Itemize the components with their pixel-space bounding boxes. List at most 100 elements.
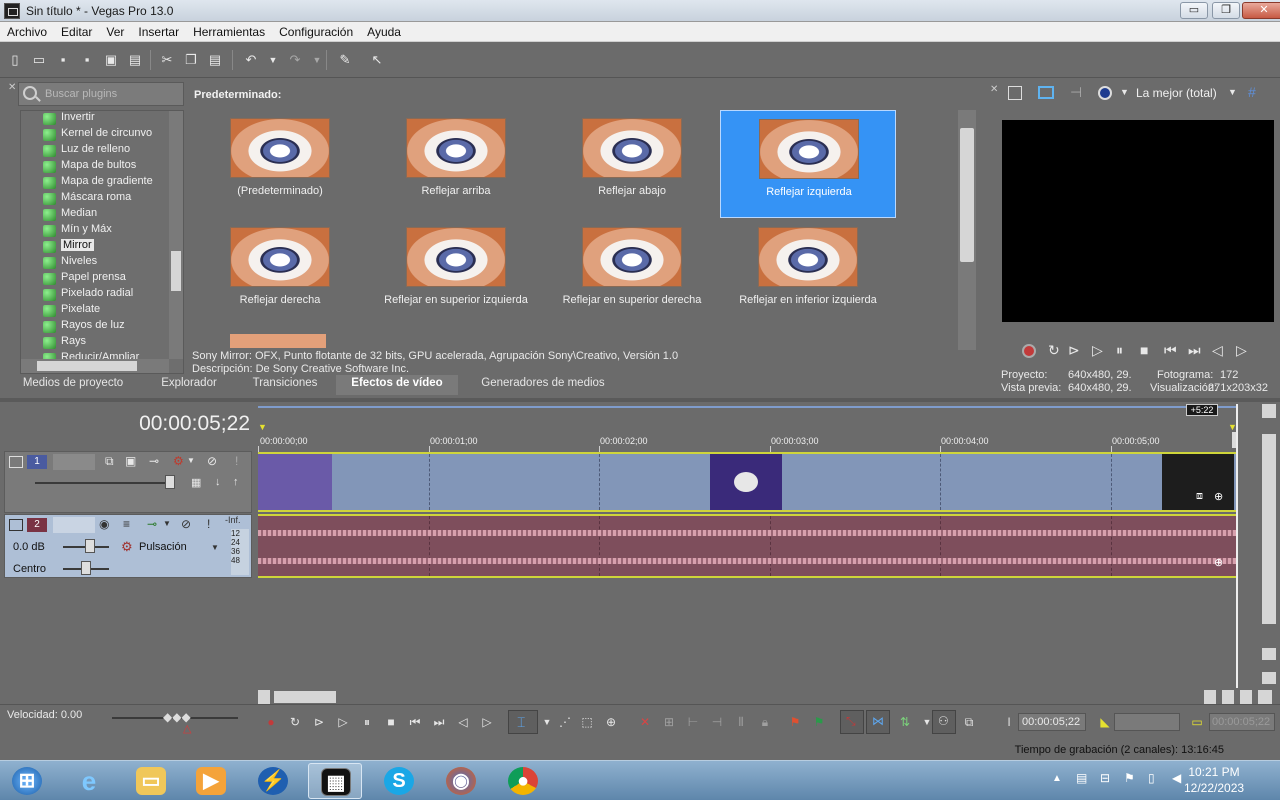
selection-start-field[interactable]: [1114, 713, 1180, 731]
tree-item[interactable]: Luz de relleno: [43, 143, 130, 159]
scroll-left-button[interactable]: [258, 690, 270, 704]
zoom-in-horizontal-button[interactable]: [1222, 690, 1234, 704]
pause-icon[interactable]: ⏸: [358, 713, 376, 731]
arm-record-icon[interactable]: ◉: [99, 517, 109, 531]
tray-app-icon[interactable]: ⊟: [1100, 771, 1110, 785]
save-as-icon[interactable]: ▪: [78, 51, 96, 69]
play-from-start-icon[interactable]: ⊳: [310, 713, 328, 731]
loop-region-bar[interactable]: [258, 406, 1236, 408]
tree-item-mirror[interactable]: Mirror: [43, 239, 94, 255]
menu-configuracion[interactable]: Configuración: [272, 22, 360, 39]
paste-icon[interactable]: ▤: [206, 51, 224, 69]
cut-icon[interactable]: ✂: [158, 51, 176, 69]
lock-icon[interactable]: 🔒︎: [756, 713, 774, 731]
compositing-mode-icon[interactable]: ▣: [125, 454, 136, 468]
tray-flag-icon[interactable]: ⚑: [1124, 771, 1135, 785]
volume-slider-knob[interactable]: [85, 539, 95, 553]
help-pointer-icon[interactable]: ↖: [368, 51, 386, 69]
menu-archivo[interactable]: Archivo: [0, 22, 54, 39]
minimize-button[interactable]: ▭: [1180, 2, 1208, 19]
envelope-tool-icon[interactable]: ⋰: [556, 713, 574, 731]
event-pan-crop-icon[interactable]: ⧈: [1196, 490, 1203, 503]
fx-bypass-icon[interactable]: ▦: [191, 476, 201, 489]
next-frame-icon[interactable]: ▷: [478, 713, 496, 731]
video-track-lane[interactable]: ⧈ ⊕: [258, 452, 1236, 512]
preset-item[interactable]: Reflejar derecha: [192, 219, 368, 327]
tray-power-icon[interactable]: ▯: [1148, 771, 1155, 785]
preset-item[interactable]: Reflejar arriba: [368, 110, 544, 218]
taskbar-explorer[interactable]: ▭: [124, 763, 178, 799]
start-button[interactable]: ⊞: [0, 763, 54, 799]
tab-medios-de-proyecto[interactable]: Medios de proyecto: [8, 375, 138, 395]
fx-dropdown-icon[interactable]: ▼: [211, 543, 219, 552]
solo-icon[interactable]: !: [207, 517, 210, 531]
tab-generadores-de-medios[interactable]: Generadores de medios: [462, 375, 624, 395]
go-to-start-icon[interactable]: ⏮: [406, 713, 424, 731]
maximize-button[interactable]: ❐: [1212, 2, 1240, 19]
tree-item[interactable]: Mín y Máx: [43, 223, 112, 239]
new-file-icon[interactable]: ▯: [6, 51, 24, 69]
trim-start-icon[interactable]: ⊢: [684, 713, 702, 731]
level-slider-knob[interactable]: [165, 475, 175, 489]
taskbar-skype[interactable]: S: [372, 763, 426, 799]
loop-start-marker-icon[interactable]: ▼: [258, 422, 267, 432]
previous-frame-icon[interactable]: ◁: [454, 713, 472, 731]
properties-icon[interactable]: ▤: [126, 51, 144, 69]
hscroll-thumb[interactable]: [274, 691, 336, 703]
tree-scroll-thumb[interactable]: [171, 251, 181, 291]
dock-close-icon[interactable]: ✕: [8, 82, 16, 102]
edit-tool-dropdown-icon[interactable]: ▼: [538, 713, 556, 731]
tree-item[interactable]: Mapa de bultos: [43, 159, 136, 175]
track-minimize-icon[interactable]: [9, 519, 23, 531]
lock-envelopes-toggle[interactable]: ⚇: [932, 710, 956, 734]
menu-ver[interactable]: Ver: [99, 22, 131, 39]
track-motion-icon[interactable]: ⧉: [105, 454, 114, 469]
track-fx-icon[interactable]: ⊸: [149, 454, 159, 468]
overlay-dropdown-icon[interactable]: ▼: [1120, 87, 1129, 97]
previous-frame-icon[interactable]: ◁: [1212, 342, 1223, 359]
delete-icon[interactable]: ✕: [636, 713, 654, 731]
zoom-out-button[interactable]: [1262, 672, 1276, 684]
track-envelope-icon[interactable]: ≡: [123, 517, 130, 531]
close-button[interactable]: ✕: [1242, 2, 1280, 19]
tray-network-icon[interactable]: ▤: [1076, 771, 1087, 785]
timeline-ruler[interactable]: +5:22 ▼ ▼ 00:00:00;00 00:00:01;00 00:00:…: [258, 404, 1260, 454]
taskbar-clock[interactable]: 10:21 PM 12/22/2023: [1184, 764, 1244, 796]
taskbar-app[interactable]: ⚡: [246, 763, 300, 799]
insert-region-icon[interactable]: ⚑: [810, 713, 828, 731]
tree-item[interactable]: Rays: [43, 335, 86, 351]
track-fx-gear-icon[interactable]: ⚙: [173, 454, 184, 468]
copy-icon[interactable]: ❐: [182, 51, 200, 69]
tray-expand-icon[interactable]: ▲: [1052, 773, 1062, 784]
zoom-tool-button[interactable]: [1258, 690, 1272, 704]
preset-item-selected[interactable]: Reflejar izquierda: [720, 110, 896, 218]
ignore-grouping-icon[interactable]: ⧉: [960, 713, 978, 731]
undo-icon[interactable]: ↶: [242, 51, 260, 69]
audio-fx-icon[interactable]: ⊸: [147, 517, 157, 531]
go-to-start-icon[interactable]: ⏮: [1164, 342, 1177, 359]
auto-crossfade-toggle[interactable]: ⋈: [866, 710, 890, 734]
selection-end-field[interactable]: 00:00:05;22: [1209, 713, 1275, 731]
stop-icon[interactable]: ■: [1140, 342, 1148, 358]
redo-dropdown-icon[interactable]: ▼: [308, 51, 326, 69]
track-minimize-icon[interactable]: [9, 456, 23, 468]
track-fx-name[interactable]: Pulsación: [139, 541, 187, 553]
menu-insertar[interactable]: Insertar: [131, 22, 186, 39]
record-icon[interactable]: ●: [262, 713, 280, 731]
stop-icon[interactable]: ■: [382, 713, 400, 731]
insert-marker-icon[interactable]: ⚑: [786, 713, 804, 731]
tray-volume-icon[interactable]: ◀: [1172, 771, 1181, 785]
scroll-up-button[interactable]: [1262, 404, 1276, 418]
pan-slider-knob[interactable]: [81, 561, 91, 575]
audio-track-header[interactable]: 2 ◉ ≡ ⊸ ▼ ⊘ ! -Inf. 12 24 36 48 0.0 dB ⚙…: [4, 514, 252, 578]
scroll-right-button[interactable]: [1204, 690, 1216, 704]
tree-item[interactable]: Pixelado radial: [43, 287, 133, 303]
selection-tool-icon[interactable]: ⬚: [578, 713, 596, 731]
redo-icon[interactable]: ↷: [286, 51, 304, 69]
taskbar-chrome[interactable]: ●: [496, 763, 550, 799]
tree-item[interactable]: Papel prensa: [43, 271, 126, 287]
tree-vertical-scrollbar[interactable]: [169, 111, 183, 359]
presets-vertical-scrollbar[interactable]: [958, 110, 976, 350]
split-icon[interactable]: ⫴: [732, 713, 750, 731]
zoom-in-button[interactable]: [1262, 648, 1276, 660]
